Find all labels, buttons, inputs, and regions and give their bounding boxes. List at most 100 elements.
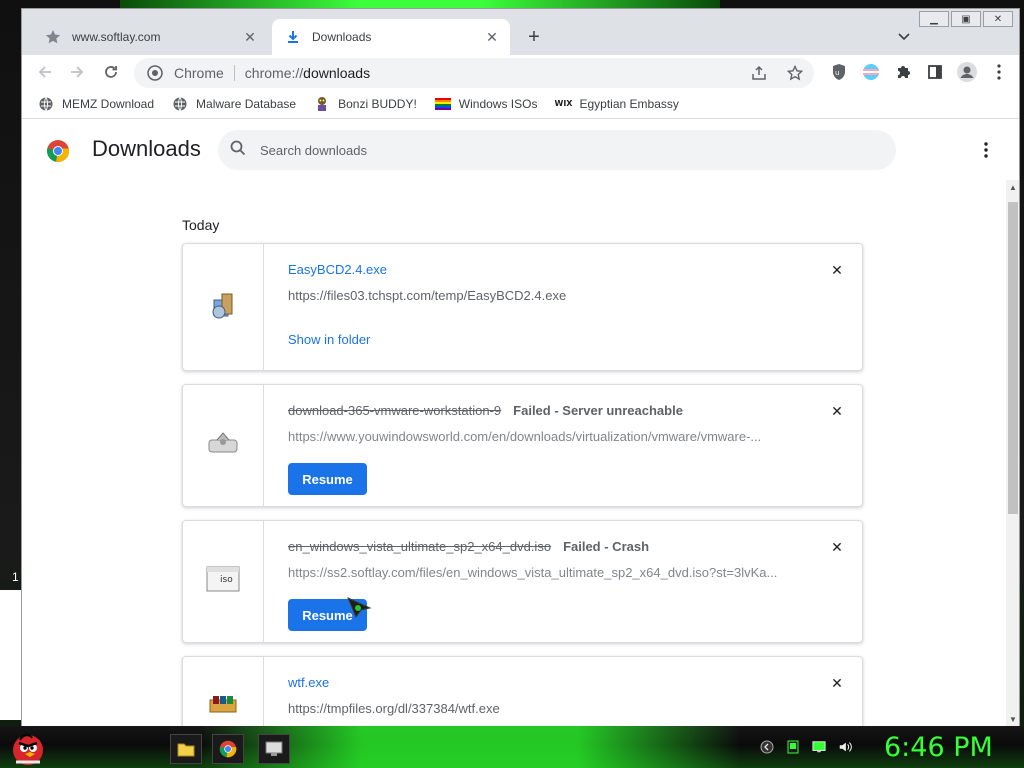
address-bar[interactable]: Chrome chrome:// downloads — [134, 58, 814, 88]
close-icon[interactable]: ✕ — [829, 539, 845, 555]
globe-icon — [172, 96, 188, 112]
extensions-puzzle-icon[interactable] — [892, 61, 914, 83]
exe-file-icon — [208, 290, 238, 325]
scrollbar-thumb[interactable] — [1008, 202, 1018, 514]
download-title-row: wtf.exe — [288, 675, 329, 690]
generic-file-icon — [207, 430, 239, 461]
download-title-row: download-365-vmware-workstation-9 Failed… — [288, 403, 683, 418]
profile-avatar-icon[interactable] — [956, 61, 978, 83]
resume-button[interactable]: Resume — [288, 463, 367, 495]
bookmarks-bar: MEMZ Download Malware Database Bonzi BUD… — [22, 89, 1019, 119]
side-panel-icon[interactable] — [924, 61, 946, 83]
search-input[interactable] — [260, 142, 860, 158]
download-url[interactable]: https://www.youwindowsworld.com/en/downl… — [288, 429, 788, 444]
close-icon[interactable]: ✕ — [482, 27, 502, 47]
download-item: download-365-vmware-workstation-9 Failed… — [182, 384, 863, 507]
desktop-text-fragment: 1 — [12, 570, 19, 584]
pride-flag-icon[interactable] — [860, 61, 882, 83]
scroll-down-icon[interactable]: ▼ — [1006, 712, 1019, 726]
chrome-icon — [144, 62, 166, 84]
maximize-button[interactable]: ▣ — [951, 11, 981, 27]
download-url[interactable]: https://files03.tchspt.com/temp/EasyBCD2… — [288, 288, 788, 303]
new-tab-button[interactable]: + — [522, 25, 546, 49]
window-close-button[interactable]: ✕ — [983, 11, 1013, 27]
ublock-icon[interactable]: u — [828, 61, 850, 83]
mouse-cursor-icon — [346, 596, 374, 623]
tab-title: www.softlay.com — [72, 30, 161, 44]
bookmark-windows-isos[interactable]: Windows ISOs — [434, 96, 538, 112]
tray-back-icon[interactable] — [760, 740, 774, 754]
globe-icon — [38, 96, 54, 112]
svg-text:iso: iso — [220, 575, 233, 585]
date-section-label: Today — [182, 217, 220, 233]
search-box[interactable] — [218, 130, 896, 170]
downloads-page: Downloads ▲ ▼ Today — [22, 120, 1019, 726]
bookmark-label: MEMZ Download — [62, 96, 155, 111]
more-vert-icon[interactable] — [988, 61, 1010, 83]
taskbar-clock[interactable]: 6:46 PM — [884, 732, 993, 763]
tab-softlay[interactable]: www.softlay.com ✕ — [32, 19, 268, 55]
download-title-row: EasyBCD2.4.exe — [288, 262, 387, 277]
star-icon — [44, 28, 62, 46]
more-vert-icon[interactable] — [978, 140, 994, 160]
close-icon[interactable]: ✕ — [829, 262, 845, 278]
chrome-logo-icon — [46, 139, 70, 163]
download-filename: en_windows_vista_ultimate_sp2_x64_dvd.is… — [288, 539, 552, 554]
download-item: EasyBCD2.4.exe https://files03.tchspt.co… — [182, 243, 863, 371]
back-button[interactable] — [32, 59, 58, 85]
file-icon-column — [183, 244, 264, 370]
taskbar-chrome-icon[interactable] — [212, 734, 244, 764]
omnibox-chip: Chrome — [174, 65, 224, 81]
bookmark-label: Windows ISOs — [458, 96, 538, 111]
start-button-angry-bird-icon[interactable] — [8, 728, 48, 768]
download-filename-link[interactable]: EasyBCD2.4.exe — [288, 262, 387, 277]
scrollbar[interactable]: ▲ ▼ — [1006, 180, 1019, 726]
download-item: iso en_windows_vista_ultimate_sp2_x64_dv… — [182, 520, 863, 643]
desktop-text-fragment: u — [12, 596, 19, 610]
chevron-down-icon[interactable] — [894, 27, 914, 47]
archive-file-icon — [208, 694, 238, 719]
desktop-glow — [120, 0, 720, 8]
search-icon — [230, 140, 246, 161]
toolbar-actions: u — [828, 61, 1010, 83]
wix-icon: WIX — [554, 99, 573, 108]
tray-volume-icon[interactable] — [838, 740, 852, 754]
download-title-row: en_windows_vista_ultimate_sp2_x64_dvd.is… — [288, 539, 649, 554]
bookmark-bonzi-buddy[interactable]: Bonzi BUDDY! — [314, 96, 417, 112]
download-status: Failed - Crash — [563, 539, 650, 554]
file-icon-column — [183, 657, 264, 726]
page-header: Downloads — [22, 120, 1019, 180]
omnibox-divider — [233, 65, 235, 81]
tray-network-icon[interactable] — [786, 740, 800, 754]
rainbow-flag-icon — [434, 96, 451, 112]
url-host: downloads — [303, 65, 371, 81]
download-status: Failed - Server unreachable — [513, 403, 683, 418]
download-filename-link[interactable]: wtf.exe — [288, 675, 329, 690]
taskbar-file-explorer-icon[interactable] — [170, 734, 202, 764]
show-in-folder-link[interactable]: Show in folder — [288, 332, 370, 347]
svg-text:u: u — [835, 69, 839, 77]
tab-downloads[interactable]: Downloads ✕ — [272, 19, 510, 55]
bookmark-memz[interactable]: MEMZ Download — [38, 96, 154, 112]
chrome-window: www.softlay.com ✕ Downloads ✕ + ▁ ▣ ✕ Ch… — [21, 8, 1020, 726]
iso-file-icon: iso — [206, 565, 240, 598]
close-icon[interactable]: ✕ — [829, 675, 845, 691]
bookmark-egyptian-embassy[interactable]: WIX Egyptian Embassy — [554, 96, 679, 112]
bookmark-star-icon[interactable] — [784, 62, 806, 84]
download-url[interactable]: https://ss2.softlay.com/files/en_windows… — [288, 565, 788, 580]
forward-button[interactable] — [64, 59, 90, 85]
share-icon[interactable] — [748, 62, 770, 84]
bookmark-malware-database[interactable]: Malware Database — [172, 96, 296, 112]
reload-button[interactable] — [98, 59, 124, 85]
scroll-up-icon[interactable]: ▲ — [1006, 180, 1019, 194]
page-title: Downloads — [92, 136, 201, 161]
tab-strip: www.softlay.com ✕ Downloads ✕ + ▁ ▣ ✕ — [22, 9, 1019, 55]
toolbar: Chrome chrome:// downloads u — [22, 55, 1019, 89]
taskbar-remote-desktop-icon[interactable] — [258, 734, 290, 764]
tray-monitor-icon[interactable] — [812, 740, 826, 754]
close-icon[interactable]: ✕ — [829, 403, 845, 419]
file-icon-column: iso — [183, 521, 264, 642]
minimize-button[interactable]: ▁ — [919, 11, 949, 27]
close-icon[interactable]: ✕ — [240, 27, 260, 47]
download-url[interactable]: https://tmpfiles.org/dl/337384/wtf.exe — [288, 701, 788, 716]
